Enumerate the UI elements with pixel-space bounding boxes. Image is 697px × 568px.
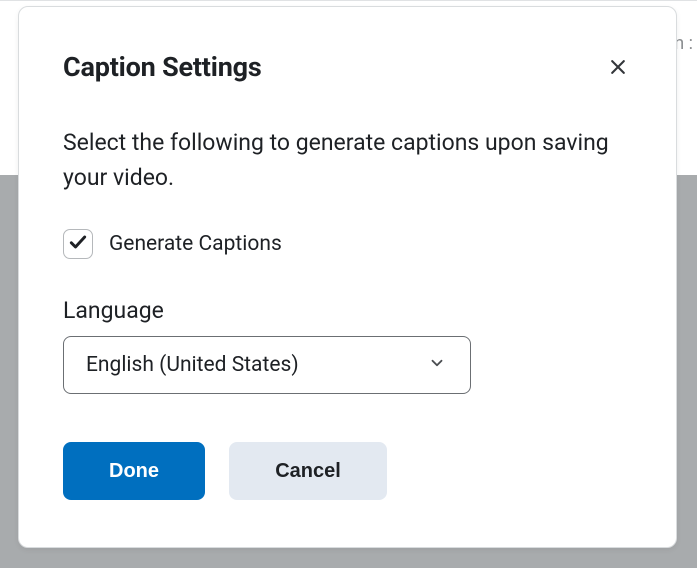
- language-select-wrap: English (United States): [63, 336, 471, 394]
- chevron-down-icon: [428, 354, 446, 376]
- cancel-button[interactable]: Cancel: [229, 442, 387, 500]
- close-button[interactable]: [604, 53, 632, 84]
- language-select-value: English (United States): [86, 353, 299, 377]
- modal-header: Caption Settings: [63, 51, 632, 84]
- modal-actions: Done Cancel: [63, 442, 632, 500]
- generate-captions-row: Generate Captions: [63, 229, 632, 259]
- done-button[interactable]: Done: [63, 442, 205, 500]
- close-icon: [608, 57, 628, 80]
- language-section: Language English (United States): [63, 297, 632, 394]
- caption-settings-modal: Caption Settings Select the following to…: [18, 6, 677, 548]
- modal-title: Caption Settings: [63, 51, 262, 83]
- modal-description: Select the following to generate caption…: [63, 126, 632, 195]
- language-label: Language: [63, 297, 632, 324]
- backdrop-fragment: n :: [674, 33, 697, 54]
- generate-captions-checkbox[interactable]: [63, 229, 93, 259]
- checkmark-icon: [68, 232, 88, 256]
- language-select[interactable]: English (United States): [63, 336, 471, 394]
- generate-captions-label: Generate Captions: [109, 232, 282, 256]
